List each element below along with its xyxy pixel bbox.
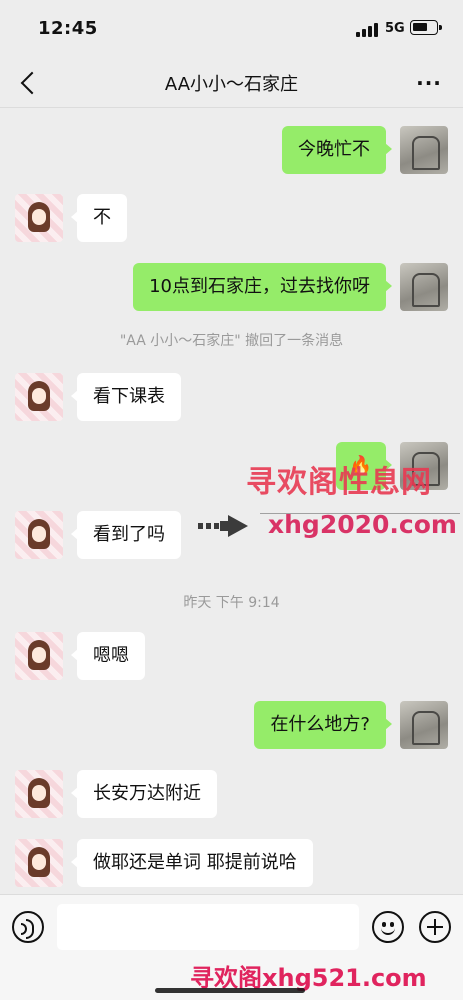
message-bubble-sent[interactable]: 10点到石家庄，过去找你呀: [133, 263, 392, 311]
watermark-url: xhg2020.com: [268, 510, 457, 539]
message-bubble-sent[interactable]: 今晚忙不: [282, 126, 392, 174]
message-bubble-received[interactable]: 看下课表: [71, 373, 181, 421]
friend-avatar[interactable]: [15, 511, 63, 559]
friend-avatar[interactable]: [15, 373, 63, 421]
friend-avatar[interactable]: [15, 194, 63, 242]
chat-title: AA小小～石家庄: [164, 74, 299, 95]
message-bubble-received[interactable]: 长安万达附近: [71, 770, 217, 818]
my-avatar[interactable]: [400, 701, 448, 749]
friend-avatar[interactable]: [15, 839, 63, 887]
status-bar: 12:45 5G: [0, 0, 463, 58]
voice-input-icon[interactable]: [12, 911, 44, 943]
message-bubble-received[interactable]: 不: [71, 194, 127, 242]
signal-icon: [356, 23, 378, 37]
status-time: 12:45: [38, 18, 98, 39]
home-indicator[interactable]: [155, 988, 305, 993]
friend-avatar[interactable]: [15, 770, 63, 818]
watermark-arrow-icon: [198, 506, 258, 546]
chat-header: AA小小～石家庄 ···: [0, 58, 463, 108]
message-bubble-received[interactable]: 嗯嗯: [71, 632, 145, 680]
battery-icon: [410, 20, 442, 35]
friend-avatar[interactable]: [15, 632, 63, 680]
emoji-icon[interactable]: [372, 911, 404, 943]
watermark-text: 寻欢阁性息网: [246, 465, 432, 500]
message-input[interactable]: [57, 904, 359, 950]
message-list[interactable]: 今晚忙不 不 10点到石家庄，过去找你呀 "AA 小小～石家庄" 撤回了一条消息…: [0, 108, 463, 894]
more-options-icon[interactable]: ···: [412, 71, 446, 95]
message-bubble-sent[interactable]: 在什么地方?: [254, 701, 392, 749]
my-avatar[interactable]: [400, 263, 448, 311]
message-bubble-received[interactable]: 看到了吗: [71, 511, 181, 559]
my-avatar[interactable]: [400, 126, 448, 174]
network-type: 5G: [385, 21, 405, 36]
recall-notice: "AA 小小～石家庄" 撤回了一条消息: [119, 333, 344, 349]
timestamp-divider: 昨天 下午 9:14: [183, 595, 280, 611]
plus-icon[interactable]: [419, 911, 451, 943]
message-bubble-received[interactable]: 做耶还是单词 耶提前说哈: [71, 839, 313, 887]
